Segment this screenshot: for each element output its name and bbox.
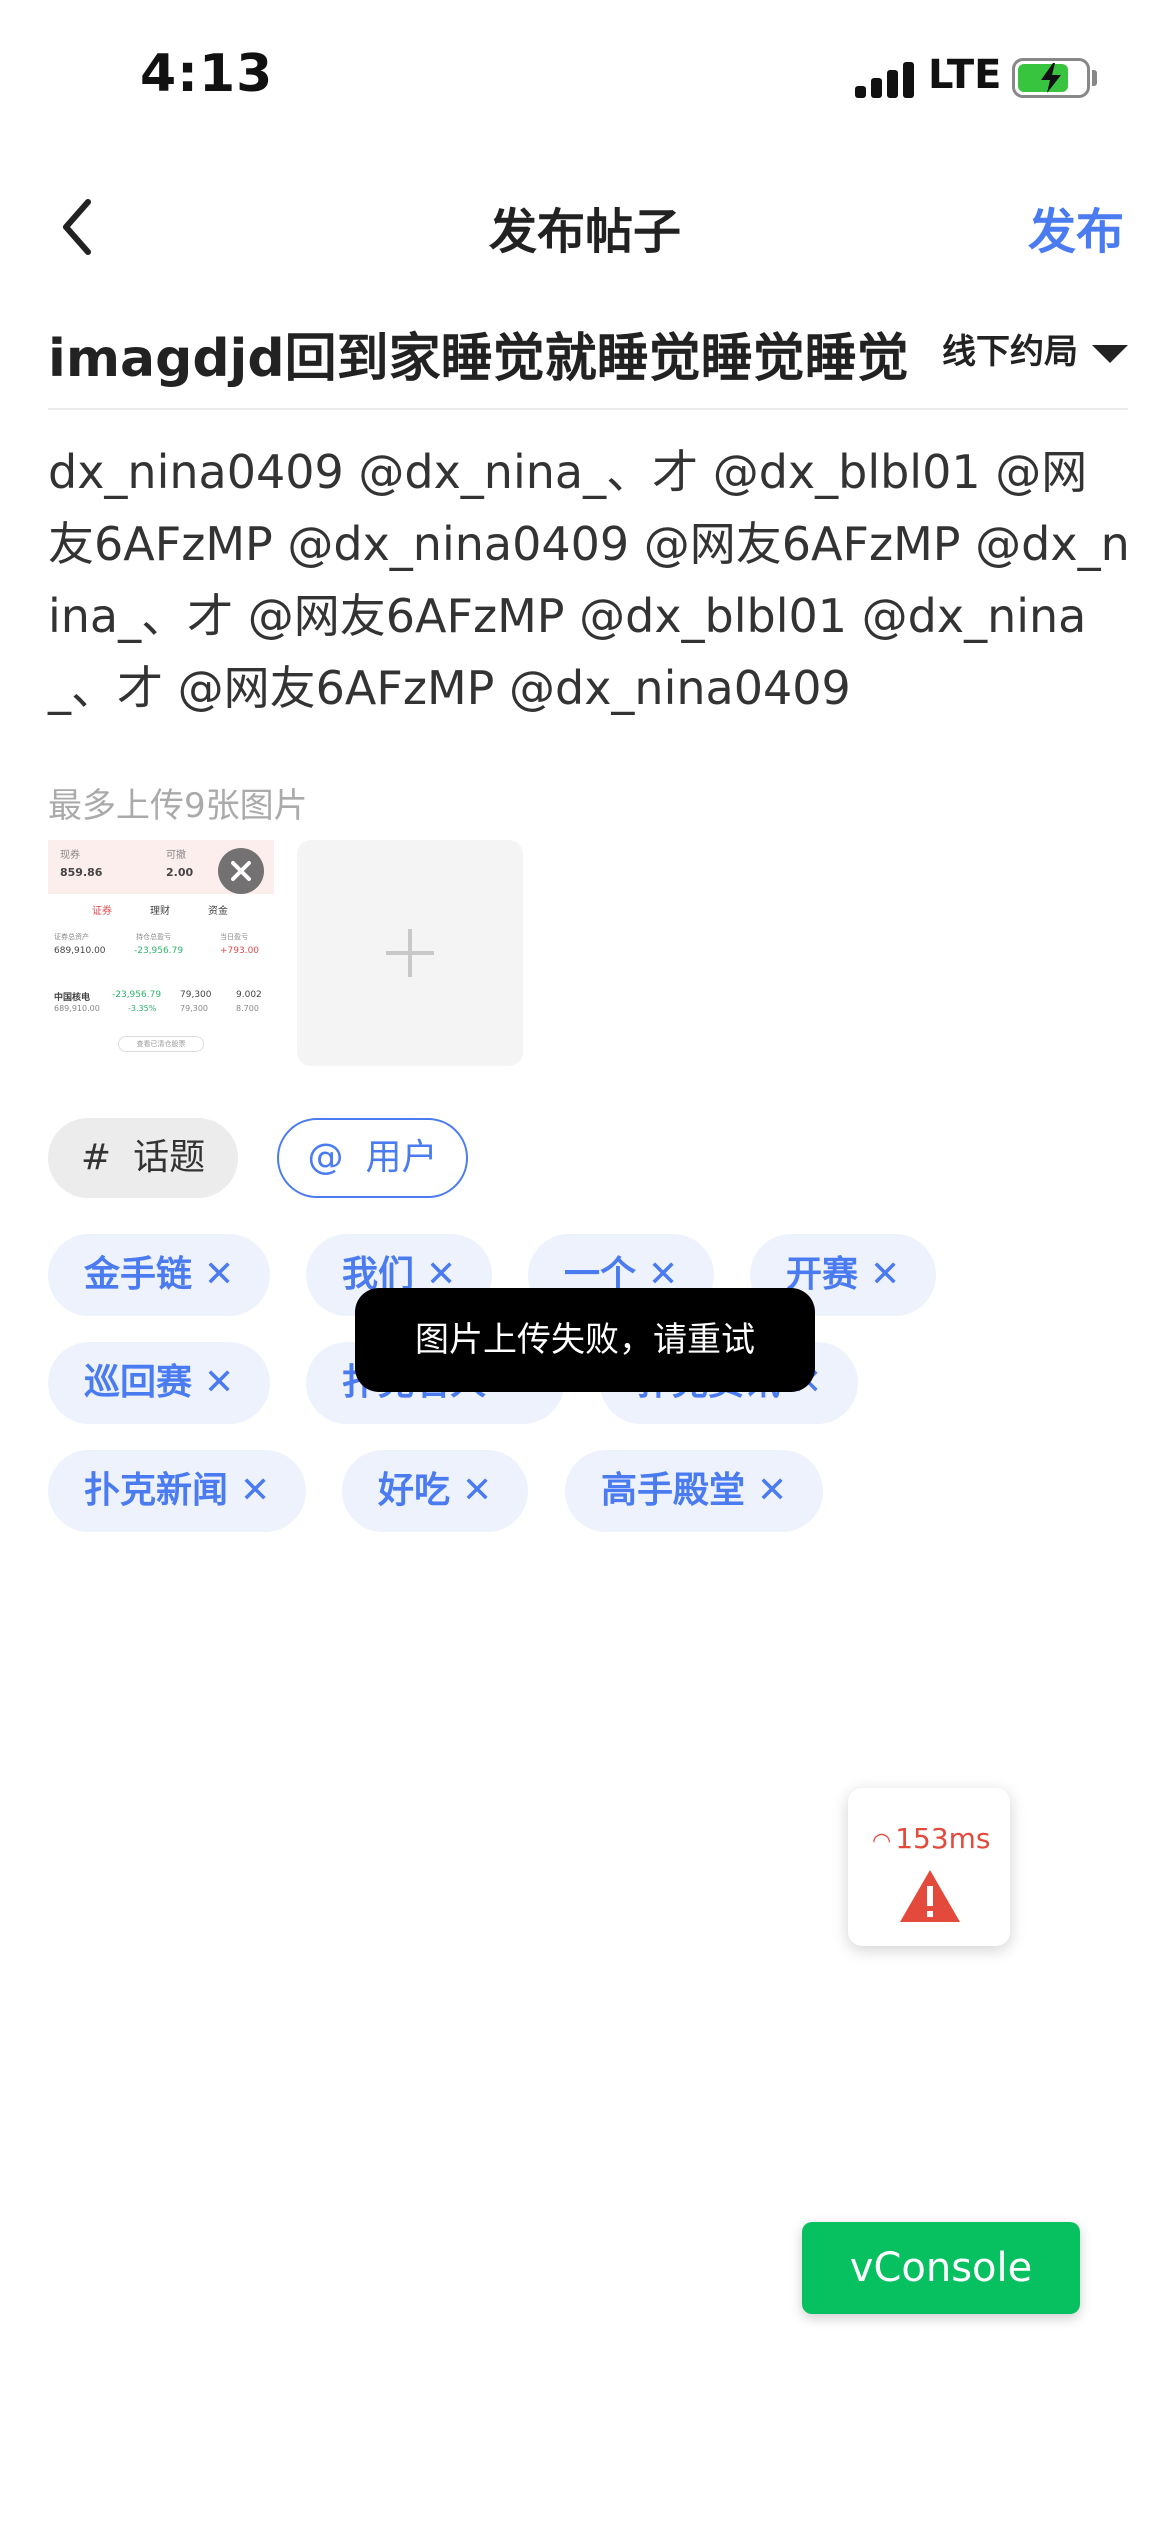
hash-icon: # xyxy=(80,1137,112,1178)
tag-label: 高手殿堂 xyxy=(601,1470,746,1511)
thumb-text: -23,956.79 xyxy=(134,946,184,956)
thumb-text: -3.35% xyxy=(128,1004,157,1013)
battery-cap xyxy=(1092,70,1097,86)
close-icon xyxy=(231,861,251,881)
thumb-text: 理财 xyxy=(150,906,170,917)
upload-hint: 最多上传9张图片 xyxy=(48,786,308,826)
thumb-text: 79,300 xyxy=(180,990,212,1000)
add-topic-button[interactable]: # 话题 xyxy=(48,1118,238,1198)
remove-tag-icon[interactable]: ✕ xyxy=(870,1254,900,1295)
thumb-text: 当日盈亏 xyxy=(220,933,248,941)
latency-readout: ◠ 153ms xyxy=(872,1822,991,1855)
user-label: 用户 xyxy=(365,1137,438,1178)
tag-label: 好吃 xyxy=(378,1470,451,1511)
remove-tag-icon[interactable]: ✕ xyxy=(204,1254,234,1295)
category-label: 线下约局 xyxy=(942,332,1078,372)
thumb-text: 859.86 xyxy=(60,866,103,879)
tag-chip[interactable]: 巡回赛 ✕ xyxy=(48,1342,271,1424)
thumb-text: 可撤 xyxy=(166,850,186,861)
tag-label: 巡回赛 xyxy=(84,1362,193,1403)
thumb-text: 689,910.00 xyxy=(54,1004,100,1013)
thumb-text: 证券总资产 xyxy=(54,933,89,941)
tag-label: 扑克新闻 xyxy=(84,1470,229,1511)
tag-label: 金手链 xyxy=(84,1254,193,1295)
thumb-text: 79,300 xyxy=(180,1004,208,1013)
network-status-widget[interactable]: ◠ 153ms xyxy=(848,1788,1010,1946)
remove-tag-icon[interactable]: ✕ xyxy=(462,1470,492,1511)
add-image-button[interactable] xyxy=(297,840,523,1066)
remove-image-button[interactable] xyxy=(218,848,264,894)
thumb-text: 689,910.00 xyxy=(54,946,106,956)
network-type: LTE xyxy=(928,52,1002,98)
category-selector[interactable]: 线下约局 xyxy=(942,324,1128,373)
thumb-text: 查看已清仓股票 xyxy=(118,1036,204,1052)
status-time: 4:13 xyxy=(140,44,274,104)
remove-tag-icon[interactable]: ✕ xyxy=(757,1470,787,1511)
tag-chip[interactable]: 金手链 ✕ xyxy=(48,1234,271,1316)
tag-chip[interactable]: 好吃 ✕ xyxy=(342,1450,529,1532)
warning-icon xyxy=(900,1870,960,1922)
tag-chip[interactable]: 扑克新闻 ✕ xyxy=(48,1450,307,1532)
cellular-signal-icon xyxy=(855,62,917,98)
vconsole-button[interactable]: vConsole xyxy=(802,2222,1080,2314)
topic-label: 话题 xyxy=(133,1137,206,1178)
page-title: 发布帖子 xyxy=(488,204,681,260)
remove-tag-icon[interactable]: ✕ xyxy=(204,1362,234,1403)
mention-user-button[interactable]: @ 用户 xyxy=(277,1118,468,1198)
thumb-text: 9.002 xyxy=(236,990,262,1000)
caret-down-icon xyxy=(1092,344,1128,363)
status-bar: 4:13 LTE xyxy=(0,0,1170,150)
wifi-icon: ◠ xyxy=(872,1829,892,1854)
post-body-textarea[interactable]: dx_nina0409 @dx_nina_、才 @dx_blbl01 @网友6A… xyxy=(48,436,1133,724)
at-icon: @ xyxy=(307,1137,344,1178)
thumb-text: 8.700 xyxy=(236,1004,259,1013)
thumb-text: 持仓总盈亏 xyxy=(136,933,171,941)
title-row: imagdjd回到家睡觉就睡觉睡觉睡觉 线下约局 xyxy=(48,300,1128,410)
nav-bar: 发布帖子 发布 xyxy=(0,170,1170,280)
thumb-text: 证券 xyxy=(92,906,112,917)
thumb-text: 资金 xyxy=(208,906,228,917)
battery-icon xyxy=(1012,58,1090,98)
remove-tag-icon[interactable]: ✕ xyxy=(240,1470,270,1511)
publish-button[interactable]: 发布 xyxy=(1028,192,1124,262)
thumb-text: 现券 xyxy=(60,850,80,861)
thumb-text: +793.00 xyxy=(220,946,260,956)
thumb-text: 2.00 xyxy=(166,866,194,879)
thumb-text: -23,956.79 xyxy=(112,990,162,1000)
tag-chip[interactable]: 高手殿堂 ✕ xyxy=(565,1450,824,1532)
latency-value: 153ms xyxy=(895,1822,991,1855)
thumb-text: 中国核电 xyxy=(54,993,91,1003)
upload-error-toast: 图片上传失败，请重试 xyxy=(355,1288,815,1392)
post-title-input[interactable]: imagdjd回到家睡觉就睡觉睡觉睡觉 xyxy=(48,316,918,391)
